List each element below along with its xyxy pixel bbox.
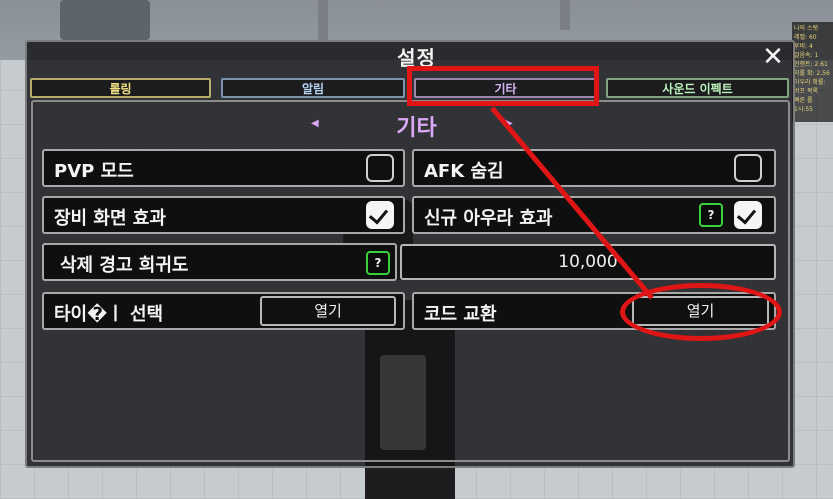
annotation-arrow-line — [490, 106, 654, 300]
annotation-highlight-ellipse — [620, 283, 782, 341]
